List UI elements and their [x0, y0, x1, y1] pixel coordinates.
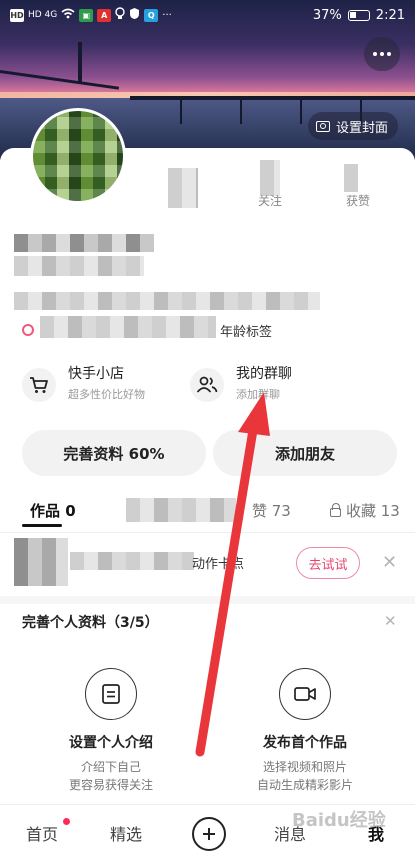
pixelated-topic-thumb — [14, 538, 68, 586]
search-icon: Q — [144, 8, 159, 22]
cart-icon — [22, 368, 56, 402]
lock-icon — [330, 502, 341, 517]
dot-icon — [380, 52, 384, 56]
task-desc: 选择视频和照片 — [262, 760, 347, 774]
try-button[interactable]: 去试试 — [296, 547, 360, 579]
likes-label[interactable]: 获赞 — [346, 192, 370, 209]
pixelated-stat — [168, 168, 198, 208]
avatar[interactable] — [30, 108, 126, 204]
cover-pier-post — [240, 100, 242, 124]
nav-home[interactable]: 首页 — [26, 821, 58, 845]
watermark: Baidu经验 — [292, 810, 386, 831]
app-notify-icon: ▣ — [79, 8, 94, 22]
age-tag-label[interactable]: 年龄标签 — [220, 321, 272, 340]
gender-icon — [22, 324, 34, 336]
profile-card-icon — [85, 668, 137, 720]
group-chat-title: 我的群聊 — [236, 366, 292, 382]
nav-featured[interactable]: 精选 — [110, 821, 142, 845]
pixelated-username — [14, 234, 154, 252]
topic-label: 动作卡点 — [192, 557, 245, 572]
profile-tabs: 作品 0 赞 73 收藏 13 — [0, 494, 415, 530]
camera-icon — [316, 120, 330, 132]
network-type: HD 4G — [28, 10, 58, 20]
dot-icon — [387, 52, 391, 56]
active-tab-indicator — [22, 524, 62, 527]
clock: 2:21 — [375, 7, 405, 23]
complete-profile-button[interactable]: 完善资料 60% — [22, 430, 206, 476]
cover-bridge — [0, 70, 120, 90]
tab-favorites-label: 收藏 13 — [346, 502, 400, 520]
pixelated-stat — [344, 164, 358, 192]
group-chat-entry[interactable]: 我的群聊 添加群聊 — [190, 364, 292, 404]
pixelated-bio — [14, 292, 320, 310]
battery-icon — [347, 9, 370, 21]
add-friends-button[interactable]: 添加朋友 — [213, 430, 397, 476]
section-divider — [0, 596, 415, 604]
task-desc: 介绍下自己 — [80, 760, 141, 774]
group-chat-subtitle: 添加群聊 — [236, 388, 280, 401]
tab-likes[interactable]: 赞 73 — [252, 500, 291, 521]
plus-icon — [203, 828, 215, 840]
tab-favorites[interactable]: 收藏 13 — [330, 500, 400, 521]
adobe-icon: A — [97, 8, 112, 22]
pixelated-tab — [126, 498, 236, 522]
tag-row — [22, 324, 34, 336]
pixelated-topic-text — [70, 552, 194, 570]
task-title: 发布首个作品 — [263, 735, 347, 751]
task-desc: 更容易获得关注 — [68, 778, 153, 792]
cover-tower — [78, 42, 82, 82]
video-icon — [279, 668, 331, 720]
more-notifications-icon: ··· — [162, 9, 172, 21]
tab-works[interactable]: 作品 0 — [30, 500, 76, 521]
task-first-work[interactable]: 发布首个作品 选择视频和照片 自动生成精彩影片 — [210, 668, 400, 794]
bulb-icon — [115, 7, 125, 23]
notification-dot — [63, 818, 70, 825]
pixelated-user-id — [14, 256, 144, 276]
shop-title: 快手小店 — [68, 366, 124, 382]
close-icon[interactable]: ✕ — [382, 554, 397, 572]
task-title: 设置个人介绍 — [69, 735, 153, 751]
status-bar: HD HD 4G ▣ A Q ··· 37% 2:21 — [0, 0, 415, 30]
task-desc: 自动生成精彩影片 — [256, 778, 353, 792]
task-set-intro[interactable]: 设置个人介绍 介绍下自己 更容易获得关注 — [16, 668, 206, 794]
cover-pier-post — [300, 100, 302, 124]
completion-title: 完善个人资料（3/5） — [22, 615, 159, 631]
shop-entry[interactable]: 快手小店 超多性价比好物 — [22, 364, 145, 404]
battery-percent: 37% — [312, 7, 342, 23]
pixelated-tags — [40, 316, 216, 338]
status-right: 37% 2:21 — [313, 8, 405, 23]
wifi-icon — [61, 8, 75, 22]
hd-icon: HD — [10, 8, 24, 22]
tabs-divider — [0, 532, 415, 533]
cover-pier — [130, 96, 415, 100]
shield-icon — [129, 7, 140, 23]
set-cover-button[interactable]: 设置封面 — [308, 112, 399, 140]
following-label[interactable]: 关注 — [258, 192, 282, 209]
close-icon[interactable]: ✕ — [384, 612, 397, 630]
set-cover-label: 设置封面 — [336, 120, 389, 136]
shop-subtitle: 超多性价比好物 — [68, 388, 145, 401]
pixelated-stat — [260, 160, 280, 196]
create-button[interactable] — [192, 817, 226, 851]
dot-icon — [373, 52, 377, 56]
group-icon — [190, 368, 224, 402]
status-left: HD HD 4G ▣ A Q ··· — [10, 7, 172, 23]
more-options-button[interactable] — [364, 37, 400, 71]
cover-pier-post — [180, 100, 182, 124]
